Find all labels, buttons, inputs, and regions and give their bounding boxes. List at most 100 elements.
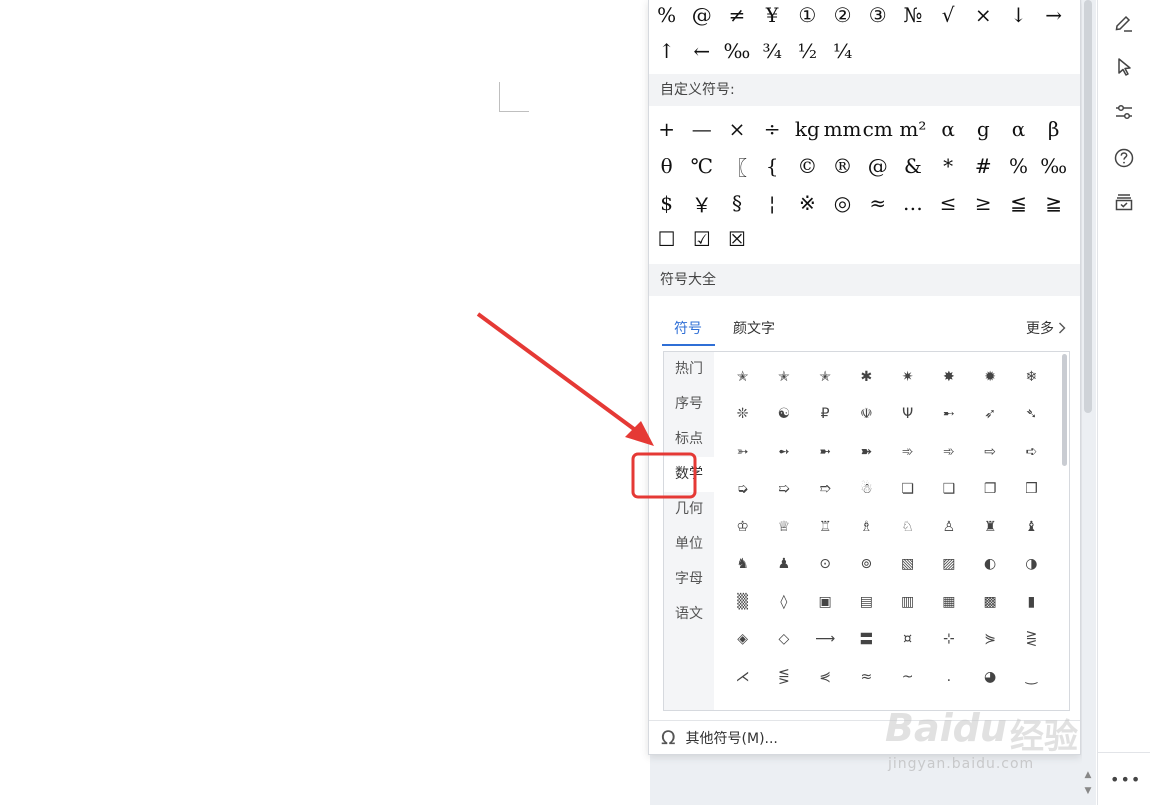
symbol-cell[interactable]: → — [1036, 0, 1071, 33]
symbol-cell[interactable]: ￥ — [684, 185, 719, 221]
symbol-cell[interactable]: … — [895, 185, 930, 221]
category-item[interactable]: 标点 — [664, 422, 714, 457]
library-symbol-cell[interactable]: ♟ — [763, 546, 804, 584]
library-symbol-cell[interactable]: Ψ — [887, 396, 928, 434]
symbol-cell[interactable]: 〖 — [719, 148, 754, 184]
library-symbol-cell[interactable]: ♘ — [887, 508, 928, 546]
archive-box-icon[interactable] — [1110, 188, 1138, 216]
library-symbol-cell[interactable]: ▒ — [722, 583, 763, 621]
symbol-cell[interactable]: © — [790, 148, 825, 184]
library-symbol-cell[interactable]: ❒ — [1011, 471, 1052, 509]
library-symbol-cell[interactable]: ⊚ — [846, 546, 887, 584]
library-symbol-cell[interactable]: ➾ — [887, 433, 928, 471]
symbol-cell[interactable]: ☒ — [719, 221, 754, 257]
library-symbol-cell[interactable]: ▩ — [970, 583, 1011, 621]
symbol-cell[interactable]: ☑ — [684, 221, 719, 257]
symbol-cell[interactable]: × — [966, 0, 1001, 33]
library-symbol-cell[interactable]: ⟶ — [805, 621, 846, 659]
symbol-cell[interactable]: ‰ — [719, 33, 754, 69]
tab-symbols[interactable]: 符号 — [674, 318, 702, 338]
library-symbol-cell[interactable]: ❏ — [887, 471, 928, 509]
library-symbol-cell[interactable]: ⊙ — [805, 546, 846, 584]
symbol-cell[interactable]: % — [649, 0, 684, 33]
library-symbol-cell[interactable]: ₽ — [805, 396, 846, 434]
category-item[interactable]: 单位 — [664, 527, 714, 562]
symbol-cell[interactable]: № — [895, 0, 930, 33]
library-symbol-cell[interactable]: ➾ — [928, 433, 969, 471]
library-symbol-cell[interactable]: ♖ — [805, 508, 846, 546]
cursor-select-icon[interactable] — [1110, 53, 1138, 81]
library-symbol-cell[interactable]: ▤ — [846, 583, 887, 621]
library-symbol-cell[interactable]: ◈ — [722, 621, 763, 659]
more-link[interactable]: 更多 — [1026, 318, 1066, 338]
library-symbol-cell[interactable]: ✭ — [805, 358, 846, 396]
symbol-cell[interactable]: m² — [895, 111, 930, 147]
library-symbol-cell[interactable]: ✭ — [722, 358, 763, 396]
library-symbol-cell[interactable]: ❑ — [928, 471, 969, 509]
library-symbol-cell[interactable]: ➯ — [763, 471, 804, 509]
library-symbol-cell[interactable]: ➱ — [805, 471, 846, 509]
library-symbol-cell[interactable]: ✹ — [970, 358, 1011, 396]
library-symbol-cell[interactable]: ♔ — [722, 508, 763, 546]
symbol-cell[interactable]: # — [966, 148, 1001, 184]
library-symbol-cell[interactable]: ☫ — [846, 396, 887, 434]
category-item[interactable]: 语文 — [664, 597, 714, 632]
library-symbol-cell[interactable]: ➴ — [1011, 396, 1052, 434]
symbol-cell[interactable]: ≠ — [719, 0, 754, 33]
library-symbol-cell[interactable]: 〓 — [846, 621, 887, 659]
symbol-cell[interactable]: + — [649, 111, 684, 147]
symbol-cell[interactable]: — — [684, 111, 719, 147]
library-symbol-cell[interactable]: ◐ — [970, 546, 1011, 584]
symbol-cell[interactable]: ☐ — [649, 221, 684, 257]
library-symbol-cell[interactable]: ¤ — [887, 621, 928, 659]
library-symbol-cell[interactable]: ✱ — [846, 358, 887, 396]
symbol-cell[interactable]: ≤ — [931, 185, 966, 221]
library-symbol-cell[interactable]: ▧ — [887, 546, 928, 584]
symbol-cell[interactable]: ¼ — [825, 33, 860, 69]
library-symbol-cell[interactable]: ♗ — [846, 508, 887, 546]
library-symbol-cell[interactable]: ‿ — [1011, 658, 1052, 696]
symbol-cell[interactable]: ③ — [860, 0, 895, 33]
pen-edit-icon[interactable] — [1110, 8, 1138, 36]
symbol-cell[interactable]: ↑ — [649, 33, 684, 69]
document-canvas[interactable] — [0, 0, 650, 805]
symbol-cell[interactable]: ≈ — [860, 185, 895, 221]
symbol-cell[interactable]: α — [1001, 111, 1036, 147]
symbol-cell[interactable]: θ — [649, 148, 684, 184]
library-symbol-cell[interactable]: ➽ — [846, 433, 887, 471]
library-symbol-cell[interactable]: . — [928, 658, 969, 696]
symbol-cell[interactable]: ‰ — [1036, 148, 1071, 184]
symbol-cell[interactable]: ® — [825, 148, 860, 184]
symbol-cell[interactable]: ◎ — [825, 185, 860, 221]
library-symbol-cell[interactable]: ▮ — [1011, 583, 1052, 621]
library-symbol-cell[interactable]: ▦ — [928, 583, 969, 621]
library-symbol-cell[interactable]: ◑ — [1011, 546, 1052, 584]
library-symbol-cell[interactable]: ♙ — [928, 508, 969, 546]
symbol-cell[interactable]: mm — [824, 111, 862, 147]
library-symbol-cell[interactable]: ➪ — [1011, 433, 1052, 471]
library-symbol-cell[interactable]: ▣ — [805, 583, 846, 621]
library-symbol-cell[interactable]: ◕ — [970, 658, 1011, 696]
library-symbol-cell[interactable]: ➸ — [928, 396, 969, 434]
library-symbol-cell[interactable]: ⋞ — [805, 658, 846, 696]
page-scrollbar-thumb[interactable] — [1084, 0, 1092, 413]
help-question-icon[interactable] — [1110, 144, 1138, 172]
library-symbol-cell[interactable]: ⋚ — [763, 658, 804, 696]
library-symbol-cell[interactable]: ➭ — [722, 471, 763, 509]
library-symbol-cell[interactable]: ⋟ — [970, 621, 1011, 659]
library-scrollbar[interactable] — [1062, 354, 1067, 466]
library-symbol-cell[interactable]: ✭ — [763, 358, 804, 396]
symbol-cell[interactable]: § — [719, 185, 754, 221]
symbol-cell[interactable]: β — [1036, 111, 1071, 147]
symbol-cell[interactable]: ÷ — [755, 111, 790, 147]
symbol-cell[interactable]: & — [895, 148, 930, 184]
symbol-cell[interactable]: { — [755, 148, 790, 184]
category-item[interactable]: 几何 — [664, 492, 714, 527]
category-item[interactable]: 字母 — [664, 562, 714, 597]
more-options-icon[interactable]: ••• — [1110, 770, 1140, 796]
library-symbol-cell[interactable]: ✷ — [887, 358, 928, 396]
tab-kaomoji[interactable]: 颜文字 — [733, 318, 775, 338]
symbol-cell[interactable]: ↓ — [1001, 0, 1036, 33]
symbol-cell[interactable]: ≦ — [1001, 185, 1036, 221]
library-symbol-cell[interactable]: ♜ — [970, 508, 1011, 546]
